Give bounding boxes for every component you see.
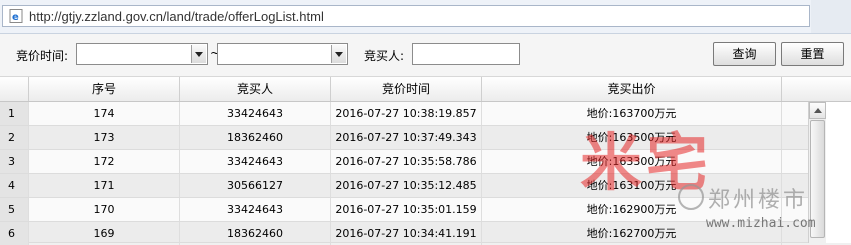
filter-toolbar: 竞价时间: ~ 竞买人: 查询 重置 [0,34,851,77]
bid-time-label: 竞价时间: [16,49,69,63]
cell-bidder: 33424643 [180,150,331,173]
address-bar-end [811,0,851,33]
cell-seq: 172 [29,150,180,173]
cell-bid-time: 2016-07-27 10:37:49.343 [331,126,482,149]
url-text: http://gtjy.zzland.gov.cn/land/trade/off… [29,9,324,24]
ie-page-icon: e [9,9,23,23]
table-row[interactable]: 3 172 33424643 2016-07-27 10:35:58.786 地… [0,150,808,174]
column-header-bid-price[interactable]: 竞买出价 [482,77,782,101]
cell-bidder: 18362460 [180,222,331,245]
table-row[interactable]: 6 169 18362460 2016-07-27 10:34:41.191 地… [0,222,808,245]
cell-bid-price: 地价:163700万元 [482,102,782,125]
query-button[interactable]: 查询 [713,42,776,66]
scrollbar-thumb[interactable] [810,120,825,238]
cell-seq: 174 [29,102,180,125]
cell-bid-price: 地价:163500万元 [482,126,782,149]
cell-bid-time: 2016-07-27 10:34:41.191 [331,222,482,245]
svg-text:e: e [12,12,19,23]
table-row[interactable]: 4 171 30566127 2016-07-27 10:35:12.485 地… [0,174,808,198]
bidder-label: 竞买人: [364,49,405,63]
end-time-select[interactable] [217,43,348,65]
start-time-select[interactable] [76,43,208,65]
chevron-down-icon [331,45,346,63]
cell-bid-time: 2016-07-27 10:38:19.857 [331,102,482,125]
row-number: 2 [0,126,29,149]
table-row[interactable]: 2 173 18362460 2016-07-27 10:37:49.343 地… [0,126,808,150]
row-number: 1 [0,102,29,125]
reset-button[interactable]: 重置 [781,42,844,66]
column-header-filler [782,77,851,101]
bidder-input[interactable] [412,43,520,65]
cell-seq: 170 [29,198,180,221]
cell-bid-price: 地价:163100万元 [482,174,782,197]
scroll-up-arrow-icon[interactable] [809,102,826,119]
row-number: 5 [0,198,29,221]
row-number: 3 [0,150,29,173]
cell-bidder: 30566127 [180,174,331,197]
table-row[interactable]: 1 174 33424643 2016-07-27 10:38:19.857 地… [0,102,808,126]
cell-bid-price: 地价:163300万元 [482,150,782,173]
column-header-bidder[interactable]: 竞买人 [180,77,331,101]
cell-bidder: 33424643 [180,102,331,125]
cell-bid-price: 地价:162700万元 [482,222,782,245]
cell-seq: 169 [29,222,180,245]
url-field[interactable]: e http://gtjy.zzland.gov.cn/land/trade/o… [2,5,810,27]
column-header-rownum [0,77,29,101]
cell-bid-time: 2016-07-27 10:35:01.159 [331,198,482,221]
cell-seq: 173 [29,126,180,149]
cell-bidder: 33424643 [180,198,331,221]
chevron-down-icon [191,45,206,63]
cell-bid-price: 地价:162900万元 [482,198,782,221]
table-row[interactable]: 5 170 33424643 2016-07-27 10:35:01.159 地… [0,198,808,222]
cell-seq: 171 [29,174,180,197]
address-bar: e http://gtjy.zzland.gov.cn/land/trade/o… [0,0,851,34]
cell-bidder: 18362460 [180,126,331,149]
column-header-seq[interactable]: 序号 [29,77,180,101]
vertical-scrollbar[interactable] [808,102,826,243]
cell-bid-time: 2016-07-27 10:35:12.485 [331,174,482,197]
row-number: 4 [0,174,29,197]
offer-log-grid: 序号 竞买人 竞价时间 竞买出价 1 174 33424643 2016-07-… [0,77,851,245]
table-header: 序号 竞买人 竞价时间 竞买出价 [0,77,851,102]
row-number: 6 [0,222,29,245]
column-header-bid-time[interactable]: 竞价时间 [331,77,482,101]
cell-bid-time: 2016-07-27 10:35:58.786 [331,150,482,173]
